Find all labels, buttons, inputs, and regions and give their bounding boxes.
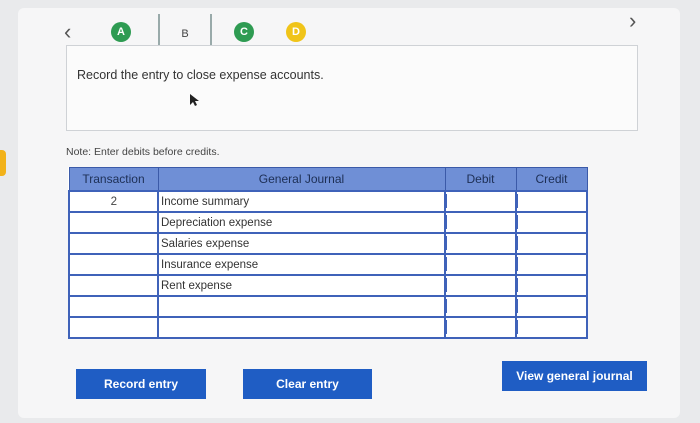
table-row: 2 Income summary [68, 190, 588, 213]
account-select[interactable] [157, 295, 446, 318]
transaction-cell[interactable] [68, 295, 159, 318]
account-select[interactable]: Depreciation expense [157, 211, 446, 234]
transaction-cell[interactable]: 2 [68, 190, 159, 213]
table-row: Depreciation expense [68, 211, 588, 234]
chevron-left-icon[interactable]: ‹ [64, 21, 71, 43]
account-label [159, 301, 161, 313]
credit-input[interactable] [515, 190, 588, 213]
debit-input[interactable] [444, 190, 517, 213]
table-row [68, 295, 588, 318]
journal-header-row: Transaction General Journal Debit Credit [68, 167, 588, 192]
transaction-cell[interactable] [68, 316, 159, 339]
record-entry-button[interactable]: Record entry [76, 369, 206, 399]
account-label: Insurance expense [161, 258, 259, 271]
step-a-button[interactable]: A [111, 22, 131, 42]
chevron-right-icon[interactable]: › [629, 10, 636, 32]
debit-input[interactable] [444, 316, 517, 339]
account-label: Salaries expense [161, 237, 250, 250]
credit-input[interactable] [515, 253, 588, 276]
journal-table: Transaction General Journal Debit Credit… [68, 167, 588, 339]
note-text: Note: Enter debits before credits. [66, 146, 220, 158]
table-row: Salaries expense [68, 232, 588, 255]
instruction-box: Record the entry to close expense accoun… [66, 45, 638, 131]
view-general-journal-button[interactable]: View general journal [502, 361, 647, 391]
mouse-pointer-icon [190, 94, 199, 106]
account-select[interactable]: Insurance expense [157, 253, 446, 276]
account-select[interactable]: Rent expense [157, 274, 446, 297]
step-a-label: A [117, 26, 125, 38]
header-debit: Debit [444, 167, 517, 192]
debit-input[interactable] [444, 232, 517, 255]
debit-input[interactable] [444, 274, 517, 297]
credit-input[interactable] [515, 295, 588, 318]
account-select[interactable]: Income summary [157, 190, 446, 213]
transaction-cell[interactable] [68, 253, 159, 276]
account-select[interactable] [157, 316, 446, 339]
transaction-cell[interactable] [68, 211, 159, 234]
debit-input[interactable] [444, 295, 517, 318]
account-label: Rent expense [161, 279, 232, 292]
clear-entry-button[interactable]: Clear entry [243, 369, 372, 399]
transaction-cell[interactable] [68, 274, 159, 297]
credit-input[interactable] [515, 316, 588, 339]
step-c-button[interactable]: C [234, 22, 254, 42]
debit-input[interactable] [444, 253, 517, 276]
account-select[interactable]: Salaries expense [157, 232, 446, 255]
side-tab-marker [0, 150, 6, 176]
step-b-label: B [181, 28, 189, 40]
credit-input[interactable] [515, 211, 588, 234]
account-label: Income summary [161, 195, 250, 208]
credit-input[interactable] [515, 274, 588, 297]
account-label [159, 322, 161, 334]
step-d-button[interactable]: D [286, 22, 306, 42]
table-row: Rent expense [68, 274, 588, 297]
table-row [68, 316, 588, 339]
header-general-journal: General Journal [157, 167, 446, 192]
credit-input[interactable] [515, 232, 588, 255]
debit-input[interactable] [444, 211, 517, 234]
header-transaction: Transaction [68, 167, 159, 192]
step-d-label: D [292, 26, 300, 38]
table-row: Insurance expense [68, 253, 588, 276]
transaction-cell[interactable] [68, 232, 159, 255]
step-c-label: C [240, 26, 248, 38]
account-label: Depreciation expense [161, 216, 273, 229]
header-credit: Credit [515, 167, 588, 192]
instruction-text: Record the entry to close expense accoun… [77, 68, 324, 82]
